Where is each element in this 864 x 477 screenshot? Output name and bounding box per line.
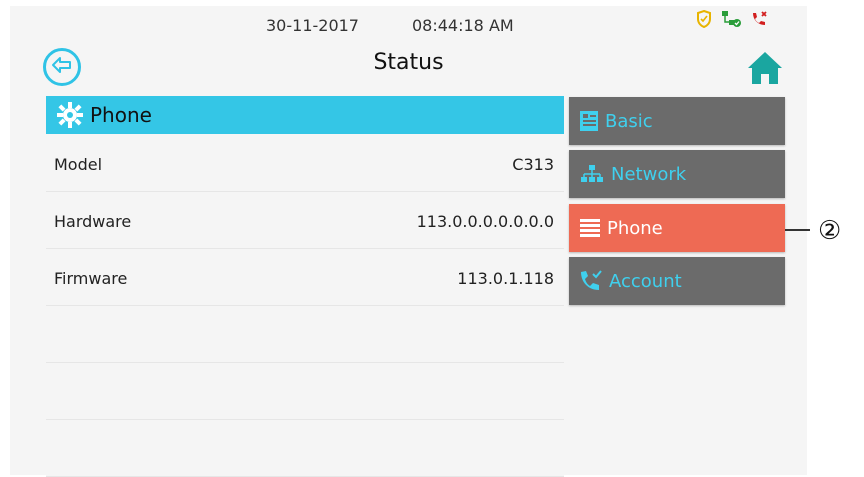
menu-item-label: Basic <box>605 110 653 132</box>
page-title: Status <box>373 50 444 75</box>
table-row: Hardware 113.0.0.0.0.0.0.0 <box>46 192 564 249</box>
missed-call-icon <box>750 10 768 32</box>
row-value: 113.0.1.118 <box>457 269 554 288</box>
section-header: Phone <box>46 96 564 134</box>
date-text: 30-11-2017 <box>266 16 359 35</box>
section-title: Phone <box>90 103 152 127</box>
row-label: Model <box>54 155 103 174</box>
info-table: Model C313 Hardware 113.0.0.0.0.0.0.0 Fi… <box>46 135 564 477</box>
home-icon <box>745 52 785 92</box>
menu-item-phone[interactable]: Phone <box>569 204 785 252</box>
basic-info-icon <box>579 110 599 132</box>
callout-number: ② <box>818 216 842 246</box>
empty-row <box>46 363 564 420</box>
status-icons <box>696 9 768 32</box>
row-value: C313 <box>512 155 554 174</box>
network-status-icon <box>720 10 742 32</box>
gear-icon <box>56 101 84 129</box>
row-value: 113.0.0.0.0.0.0.0 <box>416 212 554 231</box>
home-button[interactable] <box>745 48 785 88</box>
row-label: Hardware <box>54 212 132 231</box>
phone-list-icon <box>579 218 601 238</box>
menu-item-label: Phone <box>607 217 663 239</box>
table-row: Firmware 113.0.1.118 <box>46 249 564 306</box>
empty-row <box>46 420 564 477</box>
empty-row <box>46 306 564 363</box>
row-label: Firmware <box>54 269 128 288</box>
shield-icon <box>696 9 712 32</box>
table-row: Model C313 <box>46 135 564 192</box>
menu-item-label: Account <box>609 270 682 292</box>
status-bar: 30-11-2017 08:44:18 AM <box>10 0 807 38</box>
menu-item-label: Network <box>611 163 687 185</box>
time-text: 08:44:18 AM <box>412 16 514 35</box>
menu-item-account[interactable]: Account <box>569 257 785 305</box>
account-phone-icon <box>579 270 603 292</box>
callout-leader-line <box>785 229 810 231</box>
menu-item-basic[interactable]: Basic <box>569 97 785 145</box>
menu-item-network[interactable]: Network <box>569 150 785 198</box>
network-icon <box>579 164 605 184</box>
